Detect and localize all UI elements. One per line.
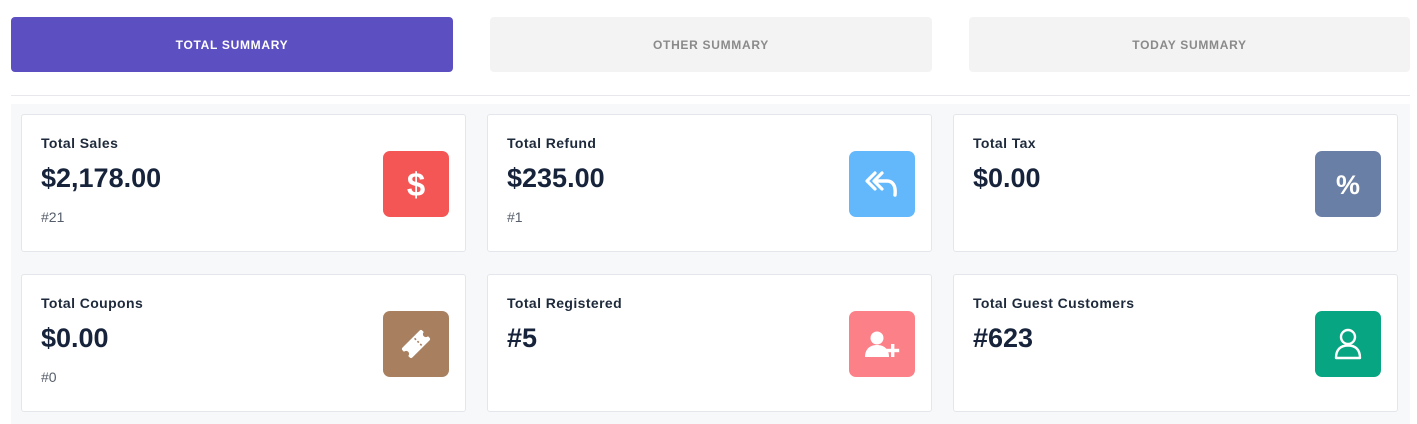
card-total-coupons: Total Coupons $0.00 #0 <box>21 274 466 412</box>
card-count: #0 <box>41 369 57 385</box>
tab-other-summary[interactable]: OTHER SUMMARY <box>490 17 932 72</box>
card-value: $2,178.00 <box>41 163 162 193</box>
ticket-icon <box>383 311 449 377</box>
card-total-tax: Total Tax $0.00 % <box>953 114 1398 252</box>
card-title: Total Tax <box>973 135 1036 151</box>
reply-all-icon <box>849 151 915 217</box>
card-value: #623 <box>973 323 1034 353</box>
card-value: $0.00 <box>973 163 1041 193</box>
percent-icon: % <box>1315 151 1381 217</box>
card-total-guest-customers: Total Guest Customers #623 <box>953 274 1398 412</box>
user-icon <box>1315 311 1381 377</box>
card-count: #21 <box>41 209 65 225</box>
user-plus-icon <box>849 311 915 377</box>
tab-total-summary[interactable]: TOTAL SUMMARY <box>11 17 453 72</box>
card-value: #5 <box>507 323 538 353</box>
card-title: Total Guest Customers <box>973 295 1135 311</box>
card-count: #1 <box>507 209 523 225</box>
card-total-refund: Total Refund $235.00 #1 <box>487 114 932 252</box>
card-value: $235.00 <box>507 163 605 193</box>
card-value: $0.00 <box>41 323 109 353</box>
tabs-divider <box>11 95 1410 96</box>
dollar-icon: $ <box>383 151 449 217</box>
card-title: Total Sales <box>41 135 119 151</box>
tab-today-summary[interactable]: TODAY SUMMARY <box>969 17 1410 72</box>
summary-tabs: TOTAL SUMMARY OTHER SUMMARY TODAY SUMMAR… <box>11 17 1410 72</box>
card-total-sales: Total Sales $2,178.00 #21 $ <box>21 114 466 252</box>
svg-text:%: % <box>1336 170 1360 199</box>
card-total-registered: Total Registered #5 <box>487 274 932 412</box>
card-title: Total Coupons <box>41 295 144 311</box>
card-title: Total Registered <box>507 295 623 311</box>
svg-text:$: $ <box>407 166 425 202</box>
card-title: Total Refund <box>507 135 597 151</box>
